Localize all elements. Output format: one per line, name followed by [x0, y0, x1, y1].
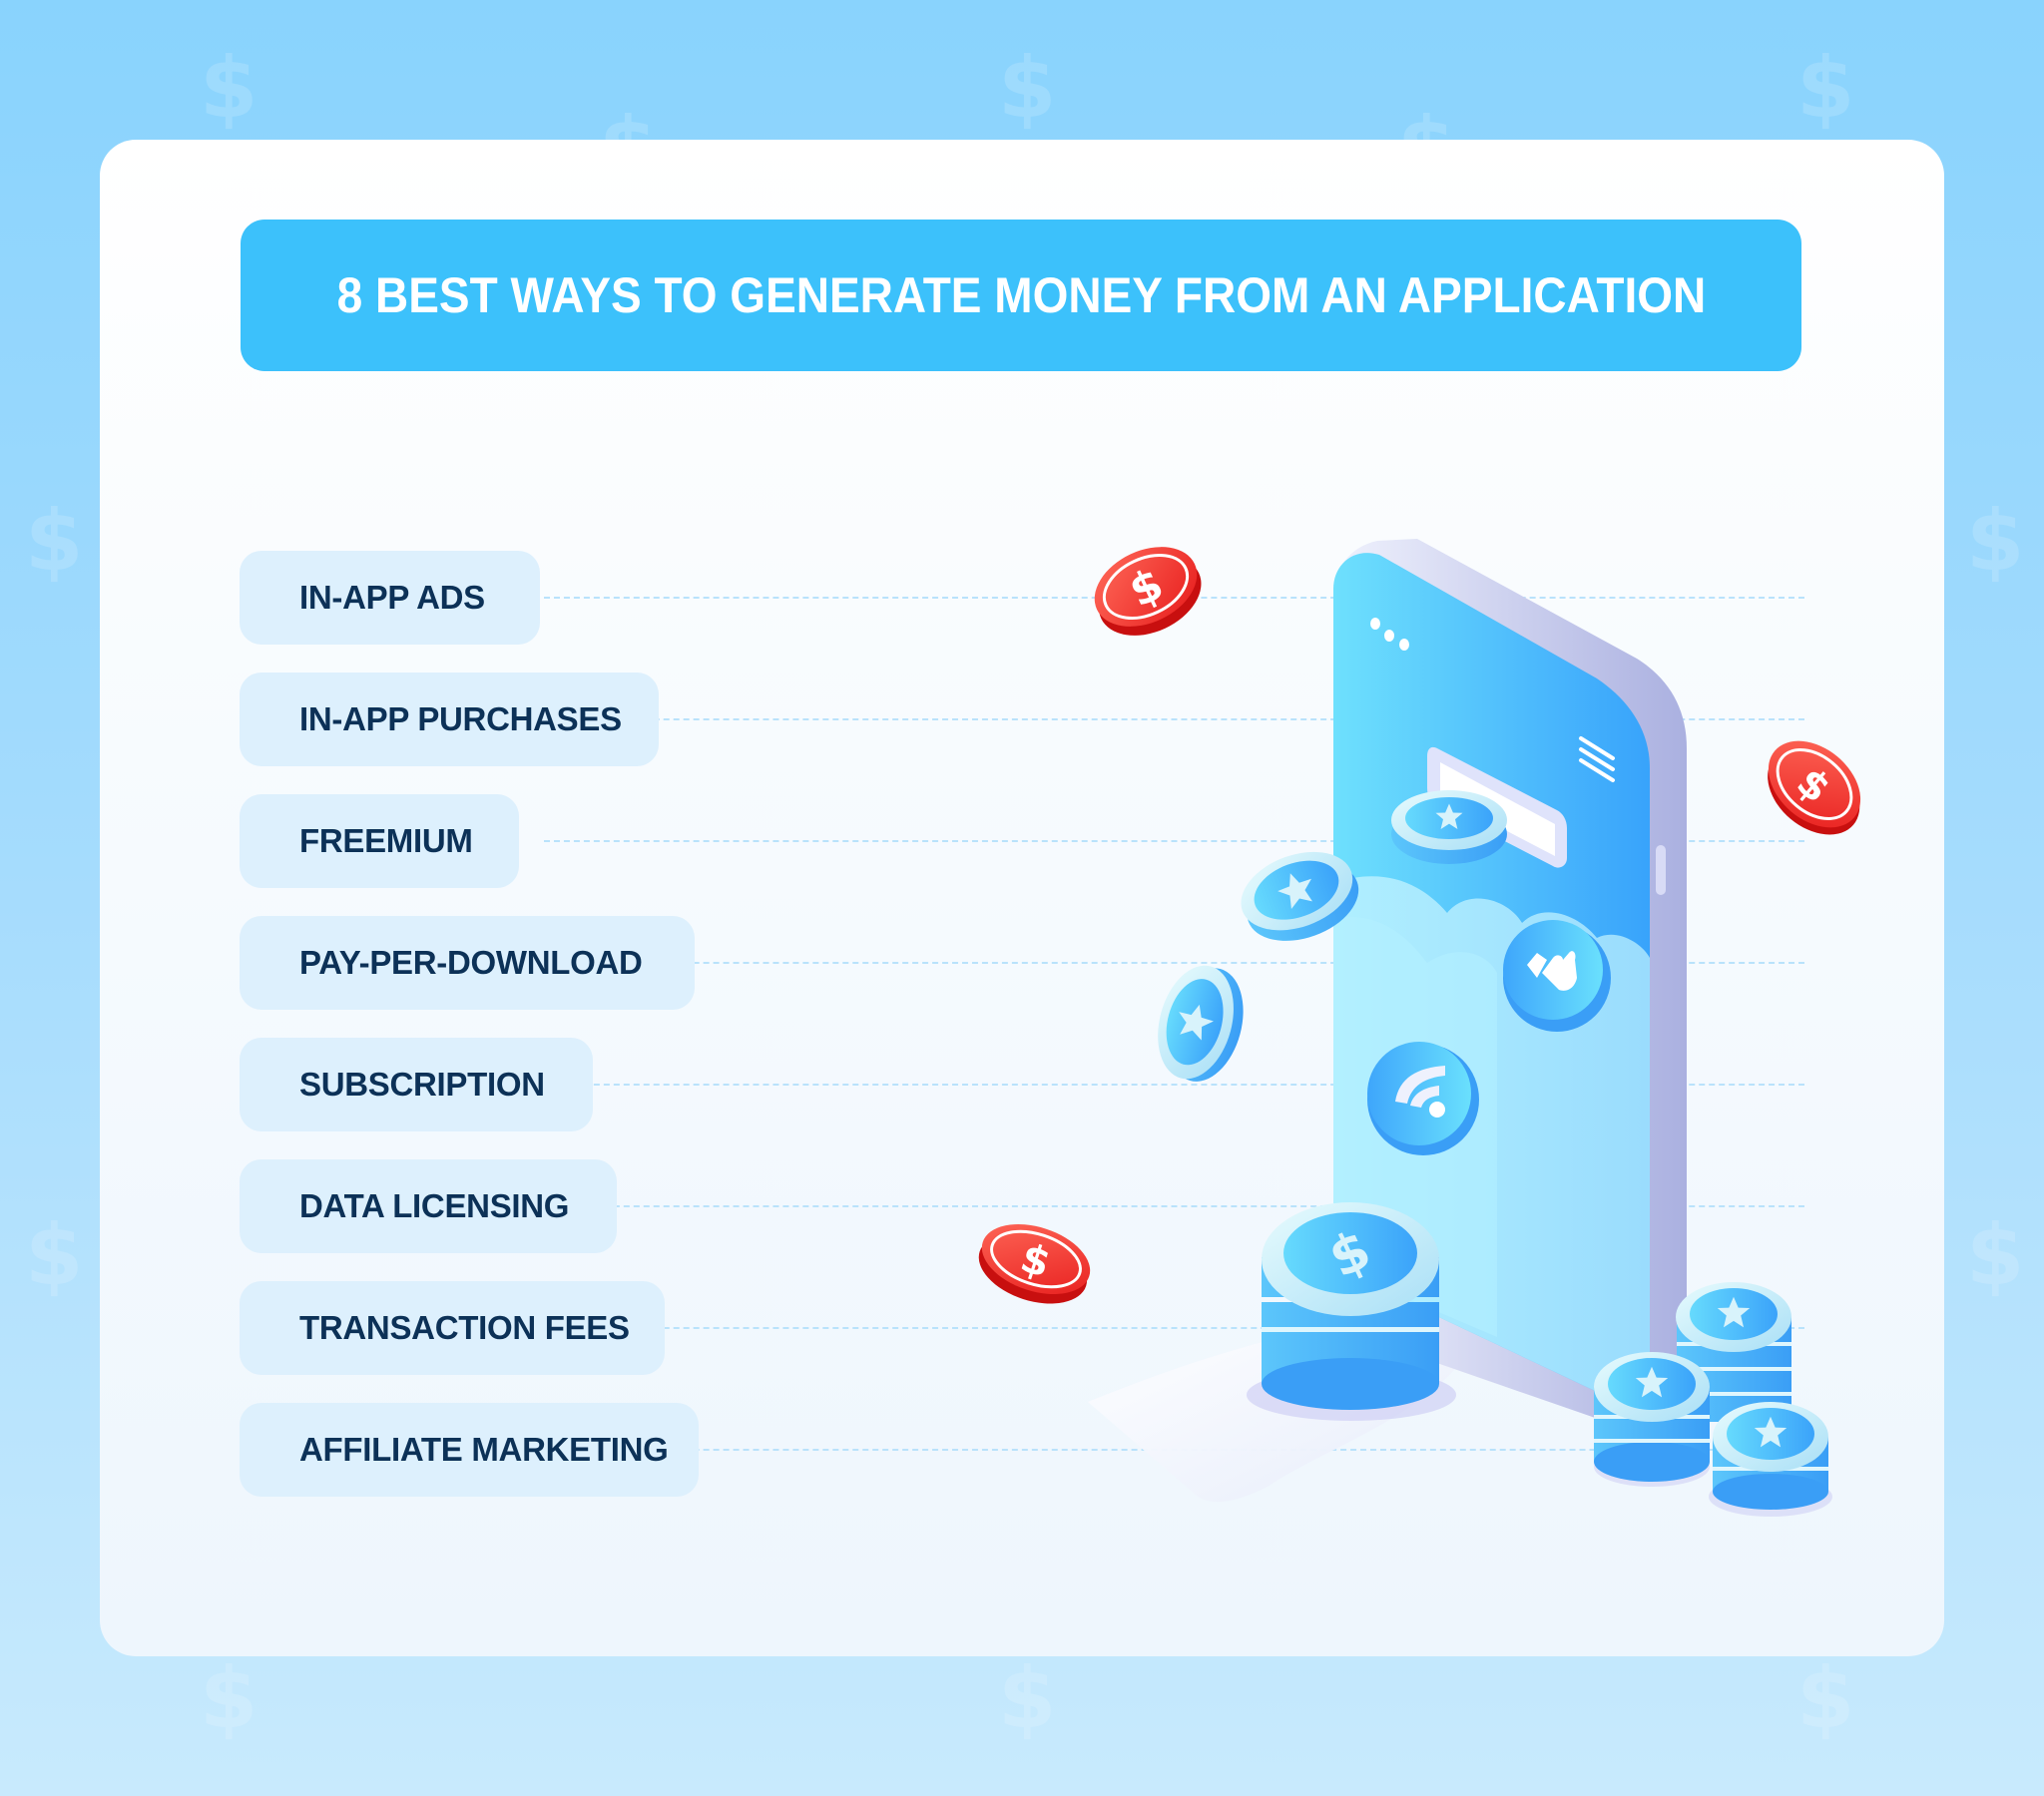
- dollar-coin-stack: $: [1247, 1202, 1456, 1421]
- star-coin: [1158, 965, 1244, 1082]
- red-dollar-coin: $: [1094, 547, 1202, 636]
- star-coin-stack: [1594, 1352, 1710, 1487]
- red-dollar-coin: $: [1768, 740, 1861, 835]
- red-dollar-coin: $: [978, 1223, 1091, 1304]
- phone-side-button: [1656, 845, 1666, 895]
- star-coin: [1391, 790, 1507, 864]
- star-coin-stack: [1709, 1402, 1832, 1517]
- phone-money-illustration: $ $ $ $: [978, 539, 1861, 1517]
